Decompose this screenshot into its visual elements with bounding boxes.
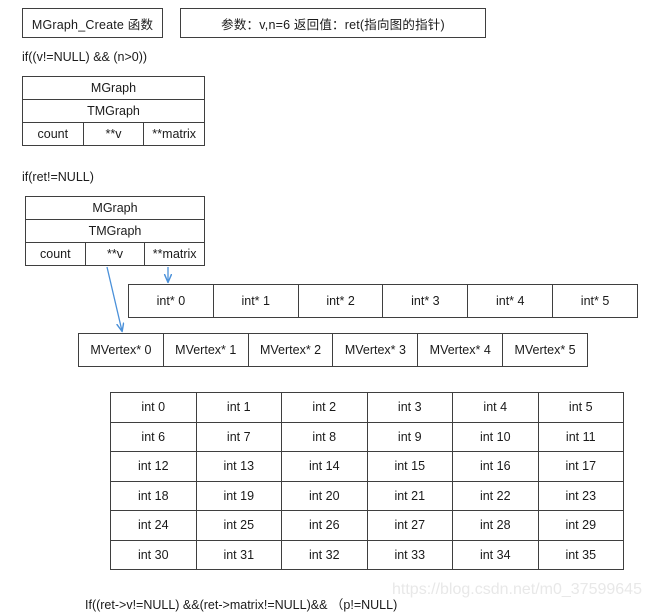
table-row: int 30 int 31 int 32 int 33 int 34 int 3… [111, 540, 623, 569]
function-name-box: MGraph_Create 函数 [22, 8, 163, 38]
arrow-v-to-vertex-array [106, 266, 122, 331]
function-name-label: MGraph_Create 函数 [31, 17, 154, 32]
vertex-pointer-array: MVertex* 0 MVertex* 1 MVertex* 2 MVertex… [78, 333, 588, 367]
table-row: int 18 int 19 int 20 int 21 int 22 int 2… [111, 481, 623, 511]
adjacency-matrix-grid: int 0 int 1 int 2 int 3 int 4 int 5 int … [110, 392, 624, 570]
matrix-cell: int 33 [368, 540, 453, 569]
table-row: int 0 int 1 int 2 int 3 int 4 int 5 [111, 393, 623, 423]
matrix-cell: int 29 [565, 518, 597, 533]
matrix-cell: int 22 [453, 481, 539, 510]
struct1-field-count: count [23, 123, 84, 145]
matrix-cell: int 26 [282, 511, 368, 540]
matrix-cell: int 5 [568, 400, 593, 415]
matrix-pointer-cell: int* 2 [299, 285, 384, 317]
matrix-cell: int 3 [368, 393, 453, 422]
matrix-cell: int 17 [565, 459, 597, 474]
matrix-pointer-array: int* 0 int* 1 int* 2 int* 3 int* 4 int* … [128, 284, 638, 318]
struct1-subtitle: TMGraph [87, 104, 140, 118]
matrix-cell: int 18 [111, 481, 197, 510]
struct2-field-matrix: **matrix [152, 247, 197, 261]
matrix-cell: int 20 [282, 481, 368, 510]
function-params-box: 参数：v,n=6 返回值：ret(指向图的指针) [180, 8, 486, 38]
table-row: int 6 int 7 int 8 int 9 int 10 int 11 [111, 422, 623, 452]
struct1-fields-row: count **v **matrix [23, 123, 204, 145]
vertex-pointer-cell: MVertex* 3 [333, 334, 419, 366]
table-row: int 24 int 25 int 26 int 27 int 28 int 2… [111, 511, 623, 541]
matrix-cell: int 8 [282, 422, 368, 451]
struct2-fields-row: count **v **matrix [26, 243, 204, 265]
matrix-cell: int 30 [111, 540, 197, 569]
matrix-cell: int 31 [197, 540, 282, 569]
csdn-watermark: https://blog.csdn.net/m0_37599645 [392, 581, 642, 598]
struct1-title: MGraph [90, 81, 137, 95]
matrix-pointer-cell: int* 3 [383, 285, 469, 317]
struct1-title-row: MGraph [23, 77, 204, 100]
struct-block-allocated: MGraph TMGraph count **v **matrix [25, 196, 205, 266]
matrix-cell: int 32 [282, 540, 368, 569]
matrix-cell: int 14 [282, 452, 368, 481]
condition-label-second: if(ret!=NULL) [22, 170, 94, 184]
matrix-cell: int 23 [565, 488, 597, 503]
matrix-cell: int 28 [453, 511, 539, 540]
vertex-pointer-cell: MVertex* 2 [249, 334, 334, 366]
matrix-pointer-cell: int* 0 [129, 285, 214, 317]
struct2-title-row: MGraph [26, 197, 204, 220]
matrix-cell: int 10 [453, 422, 539, 451]
struct2-subtitle: TMGraph [88, 224, 142, 238]
matrix-cell: int 35 [565, 547, 597, 562]
matrix-cell: int 27 [368, 511, 453, 540]
matrix-cell: int 6 [111, 422, 197, 451]
matrix-cell: int 7 [197, 422, 282, 451]
struct1-field-matrix: **matrix [152, 127, 197, 141]
matrix-cell: int 24 [111, 511, 197, 540]
function-params-label: 参数：v,n=6 返回值：ret(指向图的指针) [221, 17, 445, 32]
matrix-pointer-cell: int* 5 [580, 294, 610, 308]
matrix-cell: int 13 [197, 452, 282, 481]
matrix-cell: int 1 [197, 393, 282, 422]
matrix-cell: int 25 [197, 511, 282, 540]
matrix-cell: int 12 [111, 452, 197, 481]
condition-label-bottom: If((ret->v!=NULL) &&(ret->matrix!=NULL)&… [85, 598, 398, 612]
struct2-field-v: **v [86, 243, 146, 265]
matrix-cell: int 9 [368, 422, 453, 451]
table-row: int 12 int 13 int 14 int 15 int 16 int 1… [111, 452, 623, 482]
matrix-pointer-cell: int* 4 [468, 285, 554, 317]
vertex-pointer-cell: MVertex* 4 [418, 334, 504, 366]
vertex-pointer-cell: MVertex* 0 [79, 334, 164, 366]
matrix-cell: int 34 [453, 540, 539, 569]
condition-label-first: if((v!=NULL) && (n>0)) [22, 50, 148, 64]
matrix-cell: int 2 [282, 393, 368, 422]
struct2-field-count: count [26, 243, 86, 265]
matrix-cell: int 11 [565, 429, 596, 444]
struct1-field-v: **v [84, 123, 145, 145]
matrix-cell: int 19 [197, 481, 282, 510]
matrix-cell: int 0 [111, 393, 197, 422]
struct2-subtitle-row: TMGraph [26, 220, 204, 243]
vertex-pointer-cell: MVertex* 1 [164, 334, 249, 366]
struct1-subtitle-row: TMGraph [23, 100, 204, 123]
struct-block-initial: MGraph TMGraph count **v **matrix [22, 76, 205, 146]
matrix-cell: int 15 [368, 452, 453, 481]
matrix-pointer-cell: int* 1 [214, 285, 299, 317]
struct2-title: MGraph [92, 201, 138, 215]
matrix-cell: int 16 [453, 452, 539, 481]
matrix-cell: int 4 [453, 393, 539, 422]
matrix-cell: int 21 [368, 481, 453, 510]
vertex-pointer-cell: MVertex* 5 [514, 343, 576, 357]
